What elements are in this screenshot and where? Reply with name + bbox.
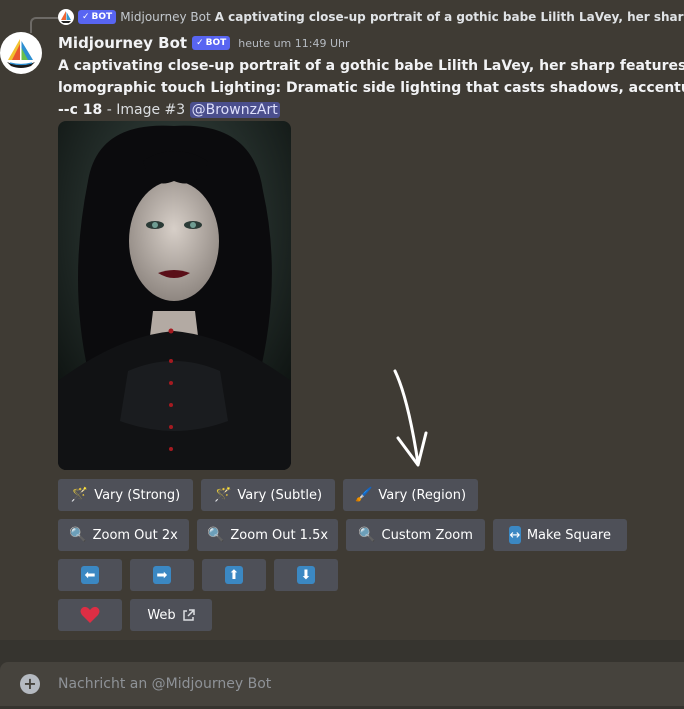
button-row-pan: ⬅ ➡ ⬆ ⬇ — [58, 559, 338, 591]
message-line-3: --c 18 - Image #3 @BrownzArt — [58, 99, 684, 121]
avatar[interactable] — [0, 32, 42, 74]
heart-icon — [80, 606, 100, 623]
custom-zoom-button[interactable]: 🔍 Custom Zoom — [346, 519, 485, 551]
reply-text[interactable]: A captivating close-up portrait of a got… — [215, 10, 684, 24]
magnifier-icon: 🔍 — [206, 527, 225, 543]
sailboat-logo-icon — [7, 39, 35, 68]
paintbrush-icon: 🖌️ — [354, 487, 373, 503]
pan-up-button[interactable]: ⬆ — [202, 559, 266, 591]
add-attachment-icon[interactable]: + — [20, 674, 40, 694]
arrow-down-icon: ⬇ — [297, 566, 315, 584]
image-number-text: - Image #3 — [102, 102, 190, 118]
web-link-button[interactable]: Web — [130, 599, 212, 631]
message-params: --c 18 — [58, 102, 103, 118]
username[interactable]: Midjourney Bot — [58, 34, 187, 52]
pan-down-button[interactable]: ⬇ — [274, 559, 338, 591]
magnifier-icon: 🔍 — [69, 527, 87, 543]
reply-bot-badge: ✓ BOT — [78, 10, 117, 24]
arrow-left-icon: ⬅ — [81, 566, 99, 584]
message-input[interactable]: Nachricht an @Midjourney Bot — [58, 676, 271, 692]
reply-connector — [30, 17, 58, 33]
button-row-vary: 🪄 Vary (Strong) 🪄 Vary (Subtle) 🖌️ Vary … — [58, 479, 478, 511]
zoom-out-1-5x-button[interactable]: 🔍 Zoom Out 1.5x — [197, 519, 338, 551]
sparkles-icon: 🪄 — [213, 487, 232, 503]
arrow-up-icon: ⬆ — [225, 566, 243, 584]
reply-preview[interactable]: ✓ BOT Midjourney Bot A captivating close-… — [58, 8, 684, 26]
message-line-2: lomographic touch Lighting: Dramatic sid… — [58, 80, 684, 96]
arrow-right-icon: ➡ — [153, 566, 171, 584]
button-row-zoom: 🔍 Zoom Out 2x 🔍 Zoom Out 1.5x 🔍 Custom Z… — [58, 519, 627, 551]
zoom-out-2x-button[interactable]: 🔍 Zoom Out 2x — [58, 519, 189, 551]
make-square-button[interactable]: ↔ Make Square — [493, 519, 627, 551]
vary-subtle-button[interactable]: 🪄 Vary (Subtle) — [201, 479, 335, 511]
sparkles-icon: 🪄 — [70, 487, 89, 503]
vary-strong-button[interactable]: 🪄 Vary (Strong) — [58, 479, 193, 511]
vary-region-button[interactable]: 🖌️ Vary (Region) — [343, 479, 478, 511]
timestamp: heute um 11:49 Uhr — [238, 36, 350, 50]
message-header: Midjourney Bot ✓ BOT heute um 11:49 Uhr — [58, 33, 350, 53]
message-content: A captivating close-up portrait of a got… — [58, 55, 684, 121]
button-row-misc: Web — [58, 599, 212, 631]
pan-right-button[interactable]: ➡ — [130, 559, 194, 591]
pan-left-button[interactable]: ⬅ — [58, 559, 122, 591]
favorite-button[interactable] — [58, 599, 122, 631]
generated-image[interactable] — [58, 121, 291, 470]
external-link-icon — [182, 608, 195, 621]
hand-drawn-arrow-icon — [393, 369, 428, 467]
magnifier-icon: 🔍 — [358, 527, 376, 543]
message-composer[interactable]: + Nachricht an @Midjourney Bot — [0, 662, 684, 706]
message-line-1: A captivating close-up portrait of a got… — [58, 58, 684, 74]
left-right-arrow-icon: ↔ — [509, 526, 521, 544]
reply-avatar — [58, 9, 74, 25]
user-mention[interactable]: @BrownzArt — [189, 102, 280, 118]
reply-author[interactable]: Midjourney Bot — [120, 10, 211, 24]
bot-badge: ✓ BOT — [192, 36, 231, 50]
